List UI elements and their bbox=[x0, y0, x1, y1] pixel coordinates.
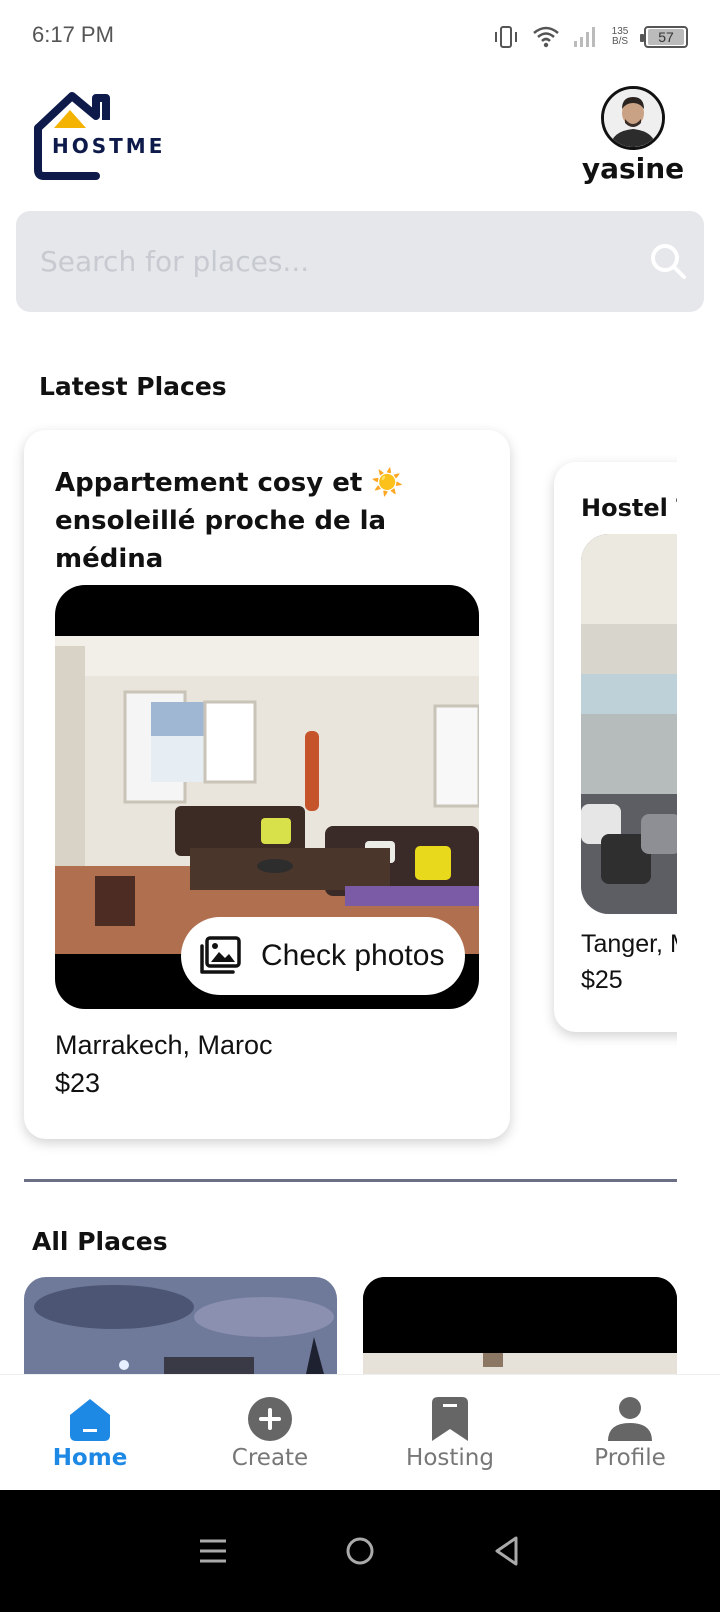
nav-hosting[interactable]: Hosting bbox=[360, 1375, 540, 1490]
place-photo-image bbox=[24, 1277, 337, 1374]
place-photo[interactable]: Check photos bbox=[55, 585, 479, 1009]
back-triangle-icon bbox=[495, 1536, 518, 1566]
back-button[interactable] bbox=[487, 1531, 527, 1571]
gallery-icon bbox=[200, 936, 241, 974]
battery-icon: 57 bbox=[640, 26, 688, 48]
logo-text: HOSTME bbox=[52, 134, 166, 158]
section-divider bbox=[24, 1179, 677, 1182]
edge-mask bbox=[677, 450, 720, 1050]
place-thumbnail[interactable] bbox=[24, 1277, 337, 1374]
bookmark-icon bbox=[432, 1397, 468, 1441]
user-profile[interactable]: yasine bbox=[578, 86, 688, 185]
home-icon bbox=[70, 1399, 110, 1441]
menu-icon bbox=[200, 1539, 227, 1563]
home-button[interactable] bbox=[340, 1531, 380, 1571]
place-photo-image bbox=[55, 636, 479, 954]
search-input[interactable] bbox=[40, 235, 620, 287]
system-nav-bar bbox=[0, 1490, 720, 1612]
status-icons: 135 B/S 57 bbox=[492, 20, 688, 54]
place-location: Tanger, M bbox=[581, 930, 691, 958]
place-price: $23 bbox=[55, 1068, 101, 1098]
nav-profile[interactable]: Profile bbox=[540, 1375, 720, 1490]
wifi-icon bbox=[533, 26, 559, 48]
nav-profile-label: Profile bbox=[594, 1445, 666, 1471]
nav-create-label: Create bbox=[231, 1445, 309, 1471]
vibrate-icon bbox=[495, 26, 517, 48]
check-photos-button[interactable]: Check photos bbox=[181, 917, 465, 995]
place-location: Marrakech, Maroc bbox=[55, 1030, 273, 1060]
network-speed: 135 B/S bbox=[611, 26, 629, 47]
signal-icon bbox=[574, 27, 595, 47]
battery-level: 57 bbox=[648, 29, 684, 45]
avatar-image bbox=[604, 89, 662, 147]
place-title: Appartement cosy et ☀️ ensoleillé proche… bbox=[55, 468, 404, 574]
latest-places-title: Latest Places bbox=[39, 372, 227, 401]
place-thumbnail[interactable] bbox=[363, 1277, 677, 1374]
place-photo-image bbox=[363, 1277, 677, 1374]
all-places-title: All Places bbox=[32, 1227, 168, 1256]
nav-create[interactable]: Create bbox=[180, 1375, 360, 1490]
plus-circle-icon bbox=[248, 1397, 292, 1441]
avatar[interactable] bbox=[601, 86, 665, 150]
check-photos-label: Check photos bbox=[261, 939, 445, 972]
user-name: yasine bbox=[581, 152, 685, 185]
nav-hosting-label: Hosting bbox=[406, 1445, 494, 1471]
place-card[interactable]: Appartement cosy et ☀️ ensoleillé proche… bbox=[24, 430, 510, 1139]
bottom-nav: Home Create Hosting Profile bbox=[0, 1374, 720, 1490]
hostme-logo[interactable]: HOSTME bbox=[30, 90, 180, 182]
person-icon bbox=[608, 1397, 652, 1441]
nav-home-label: Home bbox=[52, 1445, 128, 1471]
place-price: $25 bbox=[581, 966, 623, 994]
search-icon[interactable] bbox=[648, 241, 688, 281]
search-bar[interactable] bbox=[16, 211, 704, 312]
circle-icon bbox=[346, 1537, 374, 1565]
status-bar: 6:17 PM 135 B/S 57 bbox=[0, 0, 720, 72]
recent-apps-button[interactable] bbox=[193, 1531, 233, 1571]
status-time: 6:17 PM bbox=[32, 22, 114, 47]
nav-home[interactable]: Home bbox=[0, 1375, 180, 1490]
